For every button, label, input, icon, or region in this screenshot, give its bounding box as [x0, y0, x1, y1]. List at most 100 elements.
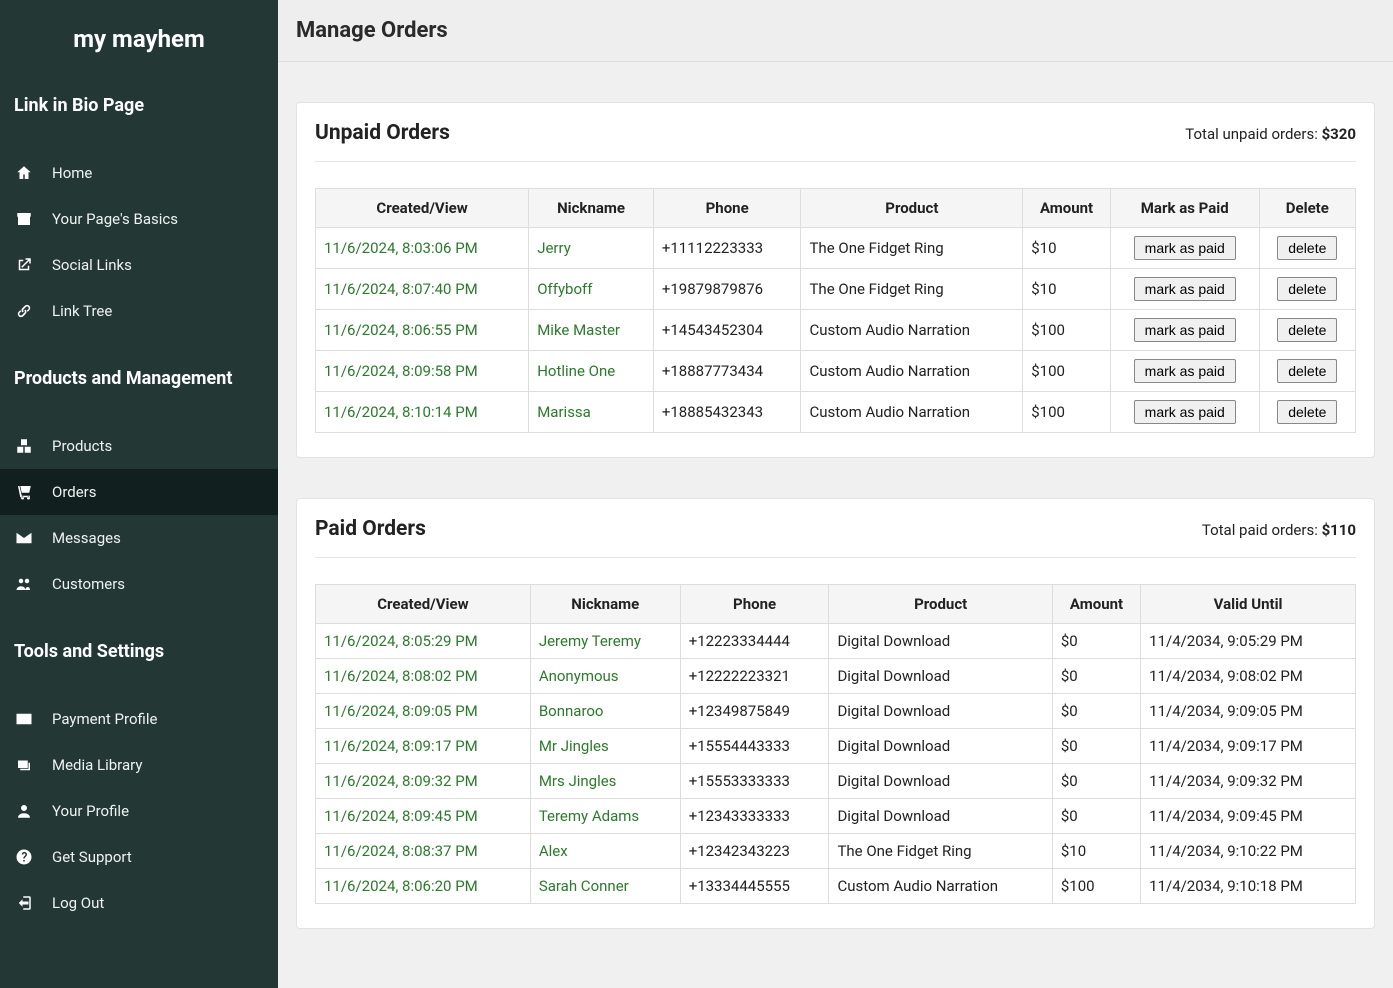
order-phone: +18885432343: [653, 392, 801, 433]
delete-cell: delete: [1259, 392, 1355, 433]
sidebar-item-social-links[interactable]: Social Links: [0, 242, 278, 288]
order-nickname-link[interactable]: Jeremy Teremy: [530, 624, 680, 659]
order-phone: +15554443333: [680, 729, 829, 764]
order-nickname-link[interactable]: Sarah Conner: [530, 869, 680, 904]
order-created-link[interactable]: 11/6/2024, 8:06:55 PM: [316, 310, 529, 351]
images-icon: [14, 755, 34, 775]
unpaid-total-label: Total unpaid orders:: [1185, 125, 1321, 143]
delete-button[interactable]: delete: [1277, 277, 1337, 301]
order-nickname-link[interactable]: Mrs Jingles: [530, 764, 680, 799]
order-valid-until: 11/4/2034, 9:05:29 PM: [1141, 624, 1356, 659]
delete-cell: delete: [1259, 351, 1355, 392]
table-row: 11/6/2024, 8:03:06 PMJerry+11112223333Th…: [316, 228, 1356, 269]
delete-button[interactable]: delete: [1277, 400, 1337, 424]
order-created-link[interactable]: 11/6/2024, 8:03:06 PM: [316, 228, 529, 269]
order-amount: $100: [1052, 869, 1140, 904]
order-created-link[interactable]: 11/6/2024, 8:09:45 PM: [316, 799, 531, 834]
order-nickname-link[interactable]: Marissa: [529, 392, 654, 433]
column-header: Product: [829, 585, 1052, 624]
card-header: Paid Orders Total paid orders: $110: [315, 517, 1356, 558]
users-icon: [14, 574, 34, 594]
unpaid-total: Total unpaid orders: $320: [1185, 125, 1356, 143]
mark-as-paid-button[interactable]: mark as paid: [1134, 277, 1236, 301]
order-created-link[interactable]: 11/6/2024, 8:10:14 PM: [316, 392, 529, 433]
nav-item-label: Payment Profile: [52, 710, 157, 728]
order-valid-until: 11/4/2034, 9:09:17 PM: [1141, 729, 1356, 764]
sidebar-item-media-library[interactable]: Media Library: [0, 742, 278, 788]
delete-cell: delete: [1259, 228, 1355, 269]
order-valid-until: 11/4/2034, 9:10:18 PM: [1141, 869, 1356, 904]
order-nickname-link[interactable]: Hotline One: [529, 351, 654, 392]
order-nickname-link[interactable]: Mr Jingles: [530, 729, 680, 764]
nav-item-label: Home: [52, 164, 92, 182]
order-product: Digital Download: [829, 694, 1052, 729]
sidebar-item-messages[interactable]: Messages: [0, 515, 278, 561]
mark-as-paid-button[interactable]: mark as paid: [1134, 400, 1236, 424]
delete-button[interactable]: delete: [1277, 359, 1337, 383]
mark-cell: mark as paid: [1110, 392, 1259, 433]
order-product: Digital Download: [829, 764, 1052, 799]
sidebar-item-orders[interactable]: Orders: [0, 469, 278, 515]
logout-icon: [14, 893, 34, 913]
order-nickname-link[interactable]: Anonymous: [530, 659, 680, 694]
order-nickname-link[interactable]: Alex: [530, 834, 680, 869]
order-product: Custom Audio Narration: [829, 869, 1052, 904]
order-phone: +12223334444: [680, 624, 829, 659]
paid-orders-table: Created/ViewNicknamePhoneProductAmountVa…: [315, 584, 1356, 904]
column-header: Nickname: [529, 189, 654, 228]
order-nickname-link[interactable]: Jerry: [529, 228, 654, 269]
sidebar: my mayhem Link in Bio PageHomeYour Page'…: [0, 0, 278, 988]
mark-cell: mark as paid: [1110, 310, 1259, 351]
order-amount: $0: [1052, 624, 1140, 659]
order-nickname-link[interactable]: Teremy Adams: [530, 799, 680, 834]
sidebar-item-payment-profile[interactable]: Payment Profile: [0, 696, 278, 742]
order-created-link[interactable]: 11/6/2024, 8:09:05 PM: [316, 694, 531, 729]
order-created-link[interactable]: 11/6/2024, 8:08:37 PM: [316, 834, 531, 869]
nav-item-label: Your Profile: [52, 802, 129, 820]
order-created-link[interactable]: 11/6/2024, 8:06:20 PM: [316, 869, 531, 904]
share-icon: [14, 255, 34, 275]
order-valid-until: 11/4/2034, 9:09:45 PM: [1141, 799, 1356, 834]
delete-button[interactable]: delete: [1277, 236, 1337, 260]
mark-as-paid-button[interactable]: mark as paid: [1134, 359, 1236, 383]
person-icon: [14, 801, 34, 821]
order-nickname-link[interactable]: Bonnaroo: [530, 694, 680, 729]
main: Manage Orders Unpaid Orders Total unpaid…: [278, 0, 1393, 988]
order-created-link[interactable]: 11/6/2024, 8:08:02 PM: [316, 659, 531, 694]
order-product: The One Fidget Ring: [801, 269, 1023, 310]
order-created-link[interactable]: 11/6/2024, 8:09:32 PM: [316, 764, 531, 799]
table-row: 11/6/2024, 8:10:14 PMMarissa+18885432343…: [316, 392, 1356, 433]
order-valid-until: 11/4/2034, 9:09:32 PM: [1141, 764, 1356, 799]
sidebar-item-home[interactable]: Home: [0, 150, 278, 196]
nav-item-label: Products: [52, 437, 112, 455]
mark-as-paid-button[interactable]: mark as paid: [1134, 318, 1236, 342]
envelope-icon: [14, 528, 34, 548]
column-header: Amount: [1052, 585, 1140, 624]
order-nickname-link[interactable]: Offyboff: [529, 269, 654, 310]
delete-button[interactable]: delete: [1277, 318, 1337, 342]
order-created-link[interactable]: 11/6/2024, 8:07:40 PM: [316, 269, 529, 310]
column-header: Phone: [653, 189, 801, 228]
nav-item-label: Link Tree: [52, 302, 112, 320]
table-row: 11/6/2024, 8:05:29 PMJeremy Teremy+12223…: [316, 624, 1356, 659]
order-product: Digital Download: [829, 624, 1052, 659]
order-created-link[interactable]: 11/6/2024, 8:05:29 PM: [316, 624, 531, 659]
order-created-link[interactable]: 11/6/2024, 8:09:17 PM: [316, 729, 531, 764]
order-amount: $10: [1023, 269, 1111, 310]
nav-section-header: Link in Bio Page: [0, 83, 278, 128]
order-amount: $0: [1052, 799, 1140, 834]
paid-total-label: Total paid orders:: [1202, 521, 1322, 539]
sidebar-item-get-support[interactable]: Get Support: [0, 834, 278, 880]
order-created-link[interactable]: 11/6/2024, 8:09:58 PM: [316, 351, 529, 392]
sidebar-item-log-out[interactable]: Log Out: [0, 880, 278, 926]
mark-as-paid-button[interactable]: mark as paid: [1134, 236, 1236, 260]
order-nickname-link[interactable]: Mike Master: [529, 310, 654, 351]
sidebar-item-link-tree[interactable]: Link Tree: [0, 288, 278, 334]
sidebar-item-your-page-s-basics[interactable]: Your Page's Basics: [0, 196, 278, 242]
sidebar-item-customers[interactable]: Customers: [0, 561, 278, 607]
table-row: 11/6/2024, 8:06:55 PMMike Master+1454345…: [316, 310, 1356, 351]
store-icon: [14, 209, 34, 229]
sidebar-item-your-profile[interactable]: Your Profile: [0, 788, 278, 834]
table-row: 11/6/2024, 8:09:32 PMMrs Jingles+1555333…: [316, 764, 1356, 799]
sidebar-item-products[interactable]: Products: [0, 423, 278, 469]
